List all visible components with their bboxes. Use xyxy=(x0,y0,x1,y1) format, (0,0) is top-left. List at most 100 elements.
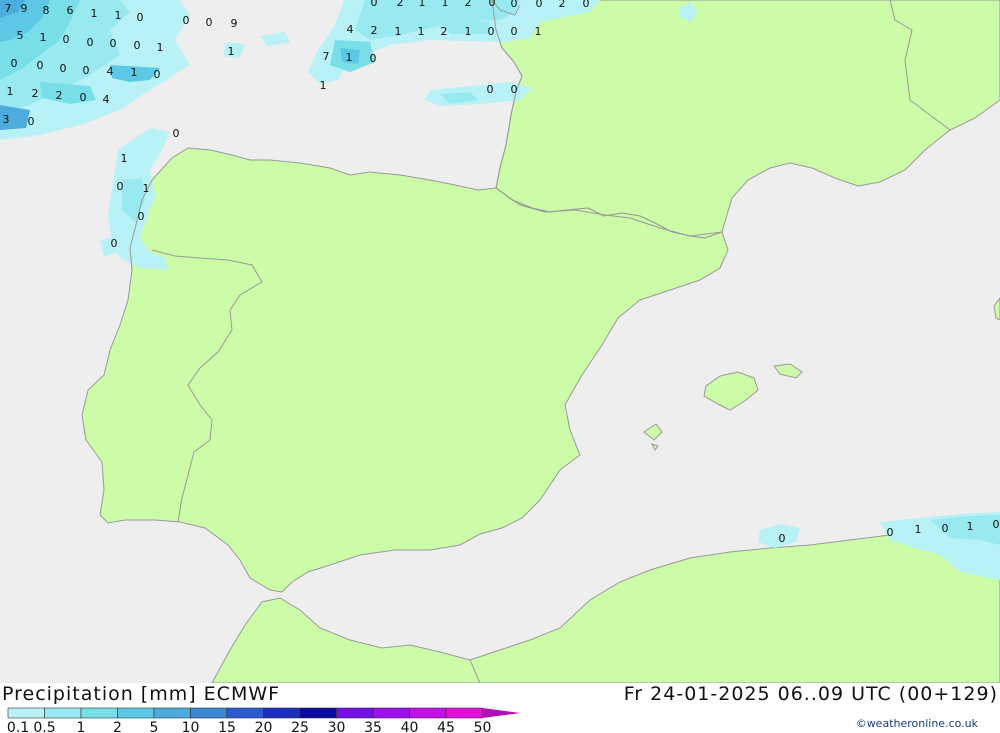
value-label: 1 xyxy=(967,520,974,533)
value-label: 1 xyxy=(40,31,47,44)
legend-swatch xyxy=(80,707,118,719)
legend-label: 0.1 xyxy=(7,720,29,733)
value-label: 0 xyxy=(138,210,145,223)
value-label: 3 xyxy=(3,113,10,126)
legend-swatch xyxy=(226,707,264,719)
value-label: 1 xyxy=(121,152,128,165)
value-label: 1 xyxy=(320,79,327,92)
value-label: 1 xyxy=(395,25,402,38)
value-label: 1 xyxy=(915,523,922,536)
value-label: 1 xyxy=(442,0,449,9)
value-label: 0 xyxy=(87,36,94,49)
value-label: 2 xyxy=(371,24,378,37)
value-label: 0 xyxy=(11,57,18,70)
value-label: 4 xyxy=(107,65,114,78)
legend-label: 15 xyxy=(218,720,236,733)
value-label: 1 xyxy=(143,182,150,195)
legend-label: 0.5 xyxy=(33,720,55,733)
value-label: 2 xyxy=(397,0,404,9)
legend-bar: 0.1 0.5 1 2 5 10 15 20 25 30 35 40 45 50 xyxy=(7,707,521,733)
legend-swatch xyxy=(263,707,301,719)
value-label: 0 xyxy=(134,39,141,52)
legend-swatch xyxy=(336,707,374,719)
legend-label: 25 xyxy=(291,720,309,733)
legend-label: 2 xyxy=(113,720,122,733)
legend-label: 40 xyxy=(401,720,419,733)
value-label: 0 xyxy=(370,52,377,65)
value-label: 0 xyxy=(511,25,518,38)
value-label: 0 xyxy=(154,68,161,81)
value-label: 0 xyxy=(110,37,117,50)
value-label: 0 xyxy=(206,16,213,29)
value-label: 4 xyxy=(103,93,110,106)
value-label: 0 xyxy=(37,59,44,72)
value-label: 9 xyxy=(21,2,28,15)
value-label: 1 xyxy=(131,66,138,79)
value-label: 0 xyxy=(111,237,118,250)
legend-label: 1 xyxy=(77,720,86,733)
value-label: 0 xyxy=(117,180,124,193)
value-label: 0 xyxy=(583,0,590,10)
value-label: 1 xyxy=(419,0,426,9)
value-label: 0 xyxy=(511,0,518,10)
value-label: 0 xyxy=(63,33,70,46)
legend-arrow xyxy=(482,708,521,718)
legend-label: 35 xyxy=(364,720,382,733)
value-label: 1 xyxy=(418,25,425,38)
value-label: 0 xyxy=(511,83,518,96)
precipitation-map: 7 9 8 6 1 1 0 0 0 95 1 0 0 0 0 10 0 0 0 4 1 01 2 2 0 43 0010 10010 2… xyxy=(0,0,1000,683)
legend-label: 50 xyxy=(474,720,492,733)
value-label: 0 xyxy=(60,62,67,75)
value-label: 8 xyxy=(43,4,50,17)
value-label: 1 xyxy=(228,45,235,58)
value-label: 2 xyxy=(32,87,39,100)
value-label: 0 xyxy=(536,0,543,10)
value-label: 0 xyxy=(489,0,496,9)
footer: Precipitation [mm] ECMWF Fr 24-01-2025 0… xyxy=(0,683,1000,733)
legend-swatch xyxy=(117,707,155,719)
value-label: 0 xyxy=(28,115,35,128)
credit-link[interactable]: ©weatheronline.co.uk xyxy=(856,717,978,730)
value-label: 2 xyxy=(465,0,472,9)
value-label: 7 xyxy=(323,50,330,63)
legend-label: 10 xyxy=(182,720,200,733)
value-label: 0 xyxy=(887,526,894,539)
value-label: 1 xyxy=(7,85,14,98)
legend-swatch xyxy=(445,707,483,719)
value-label: 1 xyxy=(91,7,98,20)
value-label: 1 xyxy=(157,41,164,54)
value-label: 0 xyxy=(488,25,495,38)
value-label: 1 xyxy=(346,51,353,64)
value-label: 0 xyxy=(183,14,190,27)
legend-swatch xyxy=(409,707,447,719)
legend-label: 5 xyxy=(150,720,159,733)
value-label: 0 xyxy=(993,518,1000,531)
value-label: 1 xyxy=(465,25,472,38)
value-label: 7 xyxy=(5,2,12,15)
value-label: 0 xyxy=(173,127,180,140)
value-label: 0 xyxy=(779,532,786,545)
value-label: 2 xyxy=(559,0,566,10)
value-label: 0 xyxy=(137,11,144,24)
value-label: 5 xyxy=(17,29,24,42)
legend-swatch xyxy=(153,707,191,719)
value-label: 0 xyxy=(942,522,949,535)
value-label: 6 xyxy=(67,4,74,17)
value-label: 4 xyxy=(347,23,354,36)
legend-swatch xyxy=(7,707,45,719)
legend-swatch xyxy=(190,707,228,719)
legend-label: 20 xyxy=(255,720,273,733)
value-label: 0 xyxy=(371,0,378,9)
value-label: 0 xyxy=(487,83,494,96)
legend-swatch xyxy=(299,707,337,719)
value-label: 1 xyxy=(535,25,542,38)
value-label: 2 xyxy=(441,25,448,38)
legend-label: 45 xyxy=(437,720,455,733)
legend-swatch xyxy=(44,707,82,719)
value-label: 0 xyxy=(83,64,90,77)
value-label: 2 xyxy=(56,89,63,102)
value-label: 0 xyxy=(80,91,87,104)
legend-swatch xyxy=(372,707,410,719)
value-label: 9 xyxy=(231,17,238,30)
value-label: 1 xyxy=(115,9,122,22)
